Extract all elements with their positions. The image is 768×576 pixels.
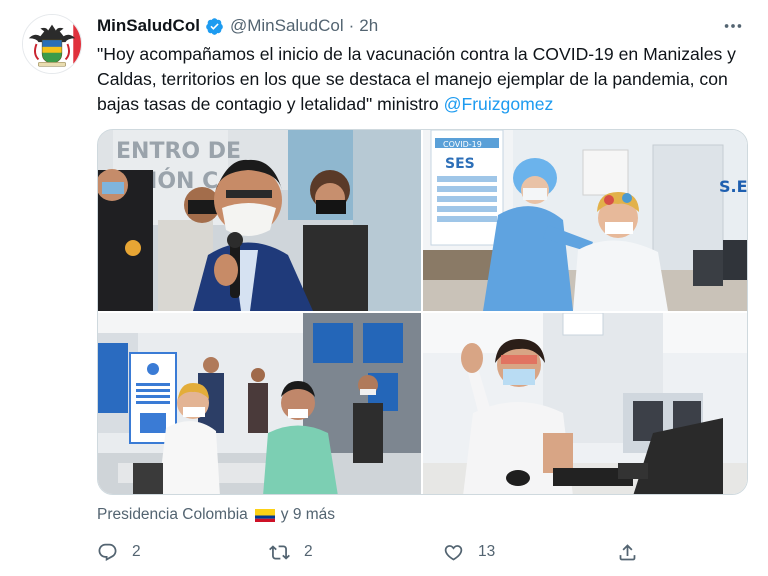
reply-button[interactable]: 2 xyxy=(97,538,141,566)
photo-nurse-vaccinating[interactable]: COVID-19 SES S.E xyxy=(423,130,748,311)
tagged-others[interactable]: y 9 más xyxy=(281,506,335,524)
colombia-flag-icon xyxy=(254,508,275,522)
avatar[interactable] xyxy=(22,14,82,74)
svg-text:SES: SES xyxy=(445,156,475,172)
mention-link[interactable]: @Fruizgomez xyxy=(444,94,554,114)
reply-icon xyxy=(98,543,117,561)
display-name[interactable]: MinSaludCol xyxy=(97,16,200,36)
more-options-button[interactable] xyxy=(718,12,748,40)
tweet-body: "Hoy acompañamos el inicio de la vacunac… xyxy=(97,44,736,114)
retweet-count: 2 xyxy=(304,543,313,560)
photo-information-desk[interactable] xyxy=(98,313,421,494)
svg-text:COVID-19: COVID-19 xyxy=(443,140,482,149)
tweet[interactable]: MinSaludCol @MinSaludCol · 2h "Hoy acomp… xyxy=(0,0,768,576)
tagged-users[interactable]: Presidencia Colombia y 9 más xyxy=(97,505,335,525)
like-count: 13 xyxy=(478,543,496,560)
retweet-icon xyxy=(269,544,290,560)
tagged-user[interactable]: Presidencia Colombia xyxy=(97,506,248,524)
verified-badge-icon xyxy=(206,17,223,35)
tweet-text: "Hoy acompañamos el inicio de la vacunac… xyxy=(97,42,757,117)
separator-dot: · xyxy=(348,16,355,35)
share-button[interactable] xyxy=(617,538,638,566)
heart-icon xyxy=(444,544,463,561)
action-bar: 2 2 13 xyxy=(97,538,657,566)
media-grid: ENTRO DE ACIÓN C COVID-19 SES S.E xyxy=(97,129,748,495)
svg-text:S.E: S.E xyxy=(719,177,748,196)
more-horizontal-icon xyxy=(724,24,742,28)
svg-text:ENTRO DE: ENTRO DE xyxy=(116,139,241,164)
timestamp[interactable]: 2h xyxy=(359,16,378,36)
share-icon xyxy=(619,543,636,560)
like-button[interactable]: 13 xyxy=(443,538,495,566)
retweet-button[interactable]: 2 xyxy=(269,538,313,566)
handle[interactable]: @MinSaludCol xyxy=(230,16,344,36)
photo-nurse-waving[interactable] xyxy=(423,313,747,494)
colombia-coat-of-arms-icon xyxy=(23,15,81,73)
tweet-header: MinSaludCol @MinSaludCol · 2h xyxy=(97,14,378,38)
photo-minister-speaking[interactable]: ENTRO DE ACIÓN C xyxy=(98,130,421,311)
reply-count: 2 xyxy=(132,543,141,560)
